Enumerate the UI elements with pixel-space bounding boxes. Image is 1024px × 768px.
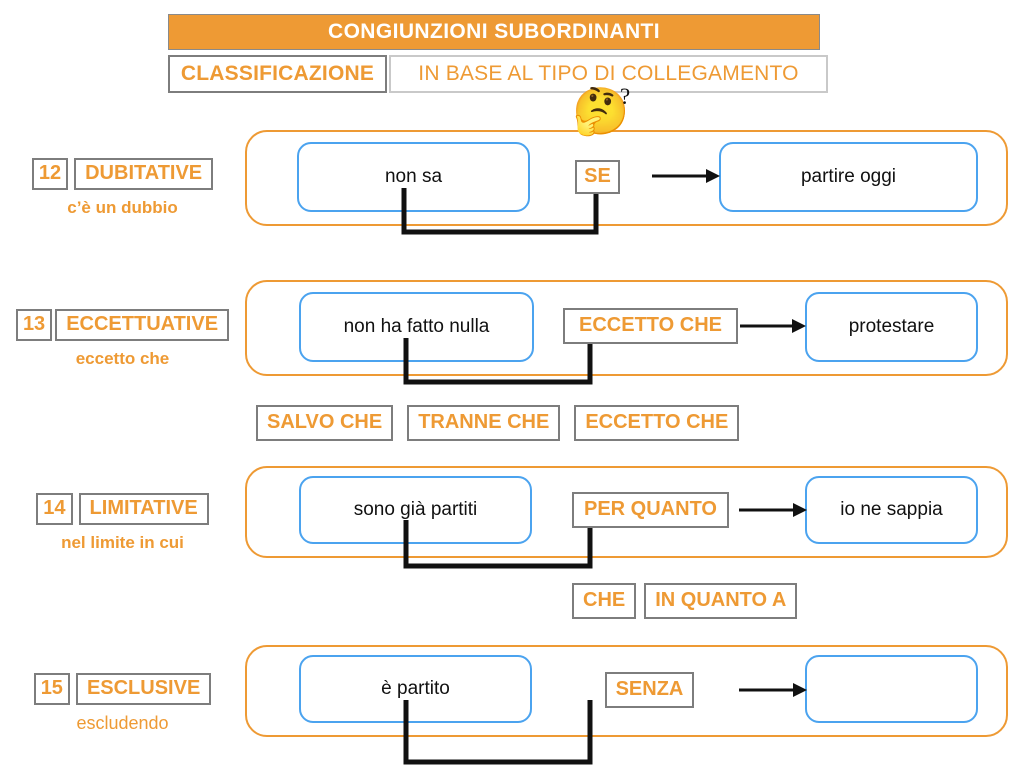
arrow-icon-12 (652, 169, 720, 183)
row-14-label-line: 14 LIMITATIVE (0, 493, 245, 525)
conjunction-box-12: SE (575, 160, 620, 194)
row-category-13: ECCETTUATIVE (55, 309, 230, 341)
row-label-14: 14 LIMITATIVE nel limite in cui (0, 493, 245, 553)
row-label-13: 13 ECCETTUATIVE eccetto che (0, 309, 245, 369)
alternative-box: IN QUANTO A (644, 583, 798, 619)
alternatives-list-13: SALVO CHE TRANNE CHE ECCETTO CHE (256, 405, 740, 441)
conjunction-box-15: SENZA (605, 672, 694, 708)
arrow-icon-14 (739, 503, 807, 517)
connector-bracket-13 (403, 338, 593, 385)
conjunction-box-13: ECCETTO CHE (563, 308, 738, 344)
row-13-label-line: 13 ECCETTUATIVE (0, 309, 245, 341)
arrow-icon-13 (740, 319, 806, 333)
alternative-box: TRANNE CHE (407, 405, 561, 441)
alternative-box: CHE (572, 583, 637, 619)
row-subtitle-14: nel limite in cui (61, 533, 184, 552)
row-subtitle-13: eccetto che (75, 349, 170, 368)
subordinate-clause-box-14: io ne sappia (805, 476, 978, 544)
alternative-box: SALVO CHE (256, 405, 394, 441)
row-category-14: LIMITATIVE (78, 493, 209, 525)
question-mark-icon: ? (620, 84, 631, 109)
row-subtitle-12: c’è un dubbio (67, 198, 178, 217)
classification-label: CLASSIFICAZIONE (168, 55, 387, 93)
thinking-emoji-group: 🤔 ? (572, 84, 630, 134)
arrow-icon-15 (739, 683, 807, 697)
row-category-12: DUBITATIVE (74, 158, 214, 190)
row-subtitle-15: escludendo (76, 713, 169, 733)
row-label-12: 12 DUBITATIVE c’è un dubbio (0, 158, 245, 218)
connector-bracket-12 (401, 188, 599, 235)
classification-row: CLASSIFICAZIONE IN BASE AL TIPO DI COLLE… (168, 55, 828, 93)
page-title: CONGIUNZIONI SUBORDINANTI (168, 14, 820, 50)
subordinate-clause-box-12: partire oggi (719, 142, 978, 212)
row-category-15: ESCLUSIVE (75, 673, 212, 705)
row-number-15: 15 (33, 673, 70, 705)
alternative-box: ECCETTO CHE (574, 405, 740, 441)
alternatives-list-14: CHE IN QUANTO A (572, 583, 798, 619)
row-12-label-line: 12 DUBITATIVE (0, 158, 245, 190)
subordinate-clause-box-13: protestare (805, 292, 978, 362)
row-number-14: 14 (36, 493, 73, 525)
row-number-12: 12 (31, 158, 69, 190)
conjunction-box-14: PER QUANTO (572, 492, 729, 528)
row-15-label-line: 15 ESCLUSIVE (0, 673, 245, 705)
row-number-13: 13 (15, 309, 53, 341)
subordinate-clause-box-15 (805, 655, 978, 723)
connector-bracket-15 (403, 700, 593, 765)
row-label-15: 15 ESCLUSIVE escludendo (0, 673, 245, 734)
